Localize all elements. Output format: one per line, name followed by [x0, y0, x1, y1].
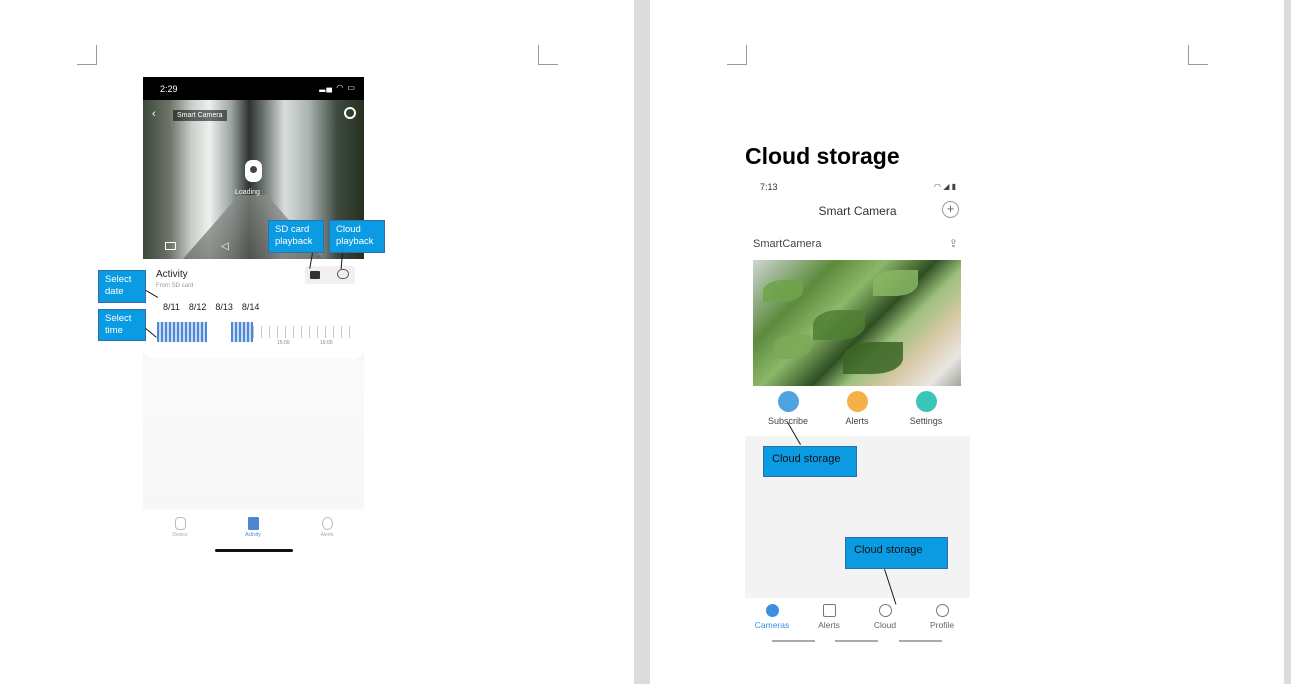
signal-wifi-battery-icon: ◠ ◢ ▮: [934, 182, 956, 191]
sd-card-icon[interactable]: [310, 271, 320, 279]
tab-cameras[interactable]: Cameras: [749, 604, 795, 630]
activity-subtitle: From SD card: [156, 283, 194, 289]
tab-label: Alerts: [320, 532, 334, 538]
recording-segment: [231, 322, 253, 342]
recording-segment: [157, 322, 207, 342]
camera-preview[interactable]: [753, 260, 961, 386]
back-icon[interactable]: ‹: [152, 108, 156, 120]
date-item[interactable]: 8/11: [163, 302, 180, 312]
alert-icon: [321, 517, 333, 530]
plant-leaf: [873, 270, 918, 296]
camera-name: SmartCamera: [753, 238, 822, 250]
page-gutter-right: [1284, 0, 1291, 684]
callout-select-date: Select date: [98, 270, 146, 303]
alerts-button[interactable]: Alerts: [827, 391, 887, 426]
signal-wifi-battery-icon: ▂▄ ◠ ▭: [319, 83, 356, 92]
mute-icon[interactable]: ◁: [221, 241, 229, 252]
camera-icon: [765, 604, 779, 617]
timeline-ticks: [253, 326, 357, 338]
timeline-label: 15:00: [277, 340, 290, 346]
date-item[interactable]: 8/13: [215, 302, 233, 312]
section-heading: Cloud storage: [745, 143, 900, 169]
home-indicator: [215, 549, 293, 552]
tab-label: Device: [172, 532, 188, 538]
app-title: Smart Camera: [818, 204, 897, 218]
tab-alerts[interactable]: Alerts: [806, 604, 852, 630]
crop-mark: [727, 45, 747, 65]
tab-label: Cloud: [873, 620, 897, 630]
page-gutter: [634, 0, 650, 684]
nav-gesture-bar: [835, 640, 878, 642]
plant-leaf: [843, 342, 903, 374]
callout-subscribe-cloud-storage: Cloud storage: [763, 446, 857, 477]
date-selector: 8/11 8/12 8/13 8/14: [163, 302, 259, 312]
tab-label: Activity: [245, 532, 261, 538]
status-bar: 2:29 ▂▄ ◠ ▭: [143, 77, 364, 100]
camera-actions: Subscribe Alerts Settings: [745, 391, 970, 433]
alerts-icon: [846, 391, 868, 412]
tab-device[interactable]: Device: [160, 517, 200, 538]
crop-mark: [1188, 45, 1208, 65]
record-icon[interactable]: [165, 242, 176, 250]
message-icon: [822, 604, 836, 617]
add-camera-icon[interactable]: +: [942, 201, 959, 218]
tab-label: Cameras: [754, 620, 790, 630]
gear-icon: [915, 391, 937, 412]
date-item[interactable]: 8/14: [242, 302, 260, 312]
callout-select-time: Select time: [98, 309, 146, 341]
callout-cloud-playback: Cloud playback: [329, 220, 385, 253]
bottom-tab-bar: Cameras Alerts Cloud Profile: [745, 600, 970, 640]
loading-camera-icon: [245, 160, 262, 182]
timeline-label: 16:00: [320, 340, 333, 346]
activity-title: Activity: [156, 269, 188, 280]
empty-content-area: [143, 359, 364, 509]
tab-profile[interactable]: Profile: [919, 604, 965, 630]
document-page-right: Cloud storage 7:13 ◠ ◢ ▮ Smart Camera + …: [650, 0, 1284, 684]
tab-alerts[interactable]: Alerts: [307, 517, 347, 538]
crop-mark: [77, 45, 97, 65]
settings-button[interactable]: Settings: [896, 391, 956, 426]
settings-icon[interactable]: [344, 107, 356, 119]
callout-cloud-tab: Cloud storage: [845, 537, 948, 569]
nav-gesture-bar: [772, 640, 815, 642]
calendar-icon: [247, 517, 259, 530]
plant-leaf: [773, 335, 811, 359]
crop-mark: [538, 45, 558, 65]
callout-sd-card-playback: SD card playback: [268, 220, 324, 253]
subscribe-button[interactable]: Subscribe: [758, 391, 818, 426]
status-time: 7:13: [760, 182, 778, 192]
phone-screenshot-activity: 2:29 ▂▄ ◠ ▭ ‹ Smart Camera Loading ◁ Act…: [143, 77, 364, 557]
bottom-tab-bar: Device Activity Alerts: [143, 513, 364, 543]
tab-cloud[interactable]: Cloud: [862, 604, 908, 630]
cloud-icon: [777, 391, 799, 412]
person-icon: [935, 604, 949, 617]
tab-activity[interactable]: Activity: [233, 517, 273, 538]
tab-label: Profile: [929, 620, 955, 630]
cloud-icon[interactable]: [337, 269, 349, 279]
action-label: Alerts: [845, 416, 869, 426]
time-timeline[interactable]: 15:00 16:00: [157, 322, 357, 346]
plant-leaf: [813, 310, 865, 340]
cloud-icon: [878, 604, 892, 617]
status-time: 2:29: [160, 84, 178, 94]
share-icon[interactable]: ⇪: [949, 237, 958, 250]
date-item[interactable]: 8/12: [189, 302, 207, 312]
loading-text: Loading: [235, 189, 260, 196]
action-label: Settings: [909, 416, 943, 426]
nav-gesture-bar: [899, 640, 942, 642]
plant-leaf: [763, 280, 803, 302]
activity-card: Activity From SD card 8/11 8/12 8/13 8/1…: [143, 259, 364, 359]
phone-screenshot-cameras: 7:13 ◠ ◢ ▮ Smart Camera + SmartCamera ⇪ …: [745, 178, 970, 646]
device-icon: [174, 517, 186, 530]
camera-title: Smart Camera: [173, 110, 227, 121]
tab-label: Alerts: [818, 620, 840, 630]
document-page-left: 2:29 ▂▄ ◠ ▭ ‹ Smart Camera Loading ◁ Act…: [0, 0, 634, 684]
